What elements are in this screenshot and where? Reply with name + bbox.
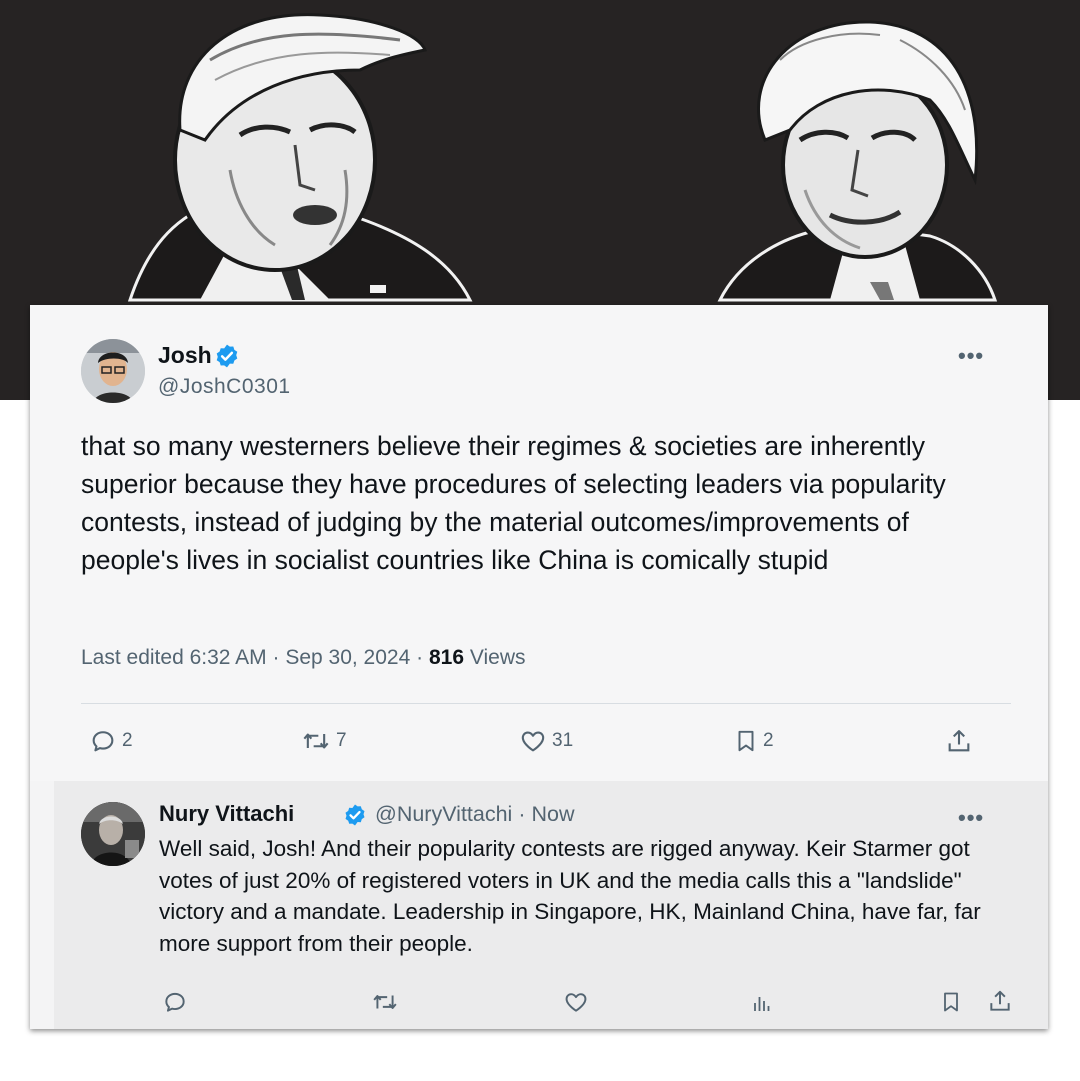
- author-handle[interactable]: @NuryVittachi: [375, 802, 512, 826]
- tweet-date[interactable]: Sep 30, 2024: [285, 646, 410, 669]
- bookmark-icon: [738, 730, 754, 752]
- author-handle[interactable]: @JoshC0301: [158, 375, 291, 399]
- like-button[interactable]: 31: [518, 727, 573, 755]
- repost-button[interactable]: 7: [300, 727, 347, 755]
- avatar[interactable]: [81, 802, 145, 866]
- left-portrait: [127, 13, 473, 302]
- repost-count: 7: [336, 730, 347, 751]
- meta-separator: ·: [518, 802, 526, 826]
- edited-label[interactable]: Last edited 6:32 AM: [81, 646, 267, 669]
- reply-count: 2: [122, 730, 133, 751]
- tweet-text: that so many westerners believe their re…: [81, 431, 946, 575]
- reply-button[interactable]: 2: [88, 727, 133, 755]
- author-name[interactable]: Nury Vittachi: [159, 801, 294, 827]
- share-icon[interactable]: [987, 987, 1013, 1015]
- author-name[interactable]: Josh: [158, 342, 212, 369]
- share-button[interactable]: [945, 726, 973, 756]
- analytics-icon[interactable]: [749, 991, 775, 1015]
- views-label: Views: [469, 646, 526, 669]
- reply-text: Well said, Josh! And their popularity co…: [159, 836, 981, 956]
- bookmark-count: 2: [763, 730, 774, 751]
- heart-icon[interactable]: [562, 989, 590, 1015]
- share-icon: [948, 730, 970, 752]
- reply-icon[interactable]: [161, 989, 189, 1015]
- bookmark-button[interactable]: 2: [733, 727, 774, 755]
- meta-separator: ·: [416, 646, 424, 669]
- repost-icon: [303, 733, 329, 749]
- tweet-meta: Last edited 6:32 AM · Sep 30, 2024 · 816…: [81, 646, 526, 670]
- reply-time[interactable]: Now: [531, 802, 574, 826]
- reply-tweet[interactable]: Nury Vittachi @NuryVittachi · Now ••• We…: [54, 781, 1048, 1029]
- heart-icon: [521, 731, 545, 752]
- meta-separator: ·: [272, 646, 280, 669]
- reply-handle-line: @NuryVittachi · Now: [375, 802, 575, 827]
- main-tweet[interactable]: Josh @JoshC0301 ••• that so many western…: [30, 305, 1048, 781]
- right-portrait: [717, 20, 998, 302]
- repost-icon[interactable]: [370, 989, 400, 1015]
- like-count: 31: [552, 730, 574, 751]
- reply-icon: [92, 731, 114, 752]
- divider: [81, 703, 1011, 704]
- views-count: 816: [428, 646, 465, 669]
- more-icon[interactable]: •••: [958, 805, 984, 831]
- tweet-card: Josh @JoshC0301 ••• that so many western…: [30, 305, 1048, 1029]
- bookmark-icon[interactable]: [939, 989, 963, 1015]
- verified-badge-icon: [216, 344, 238, 368]
- avatar[interactable]: [81, 339, 145, 403]
- more-icon[interactable]: •••: [958, 343, 984, 369]
- verified-badge-icon: [345, 804, 365, 826]
